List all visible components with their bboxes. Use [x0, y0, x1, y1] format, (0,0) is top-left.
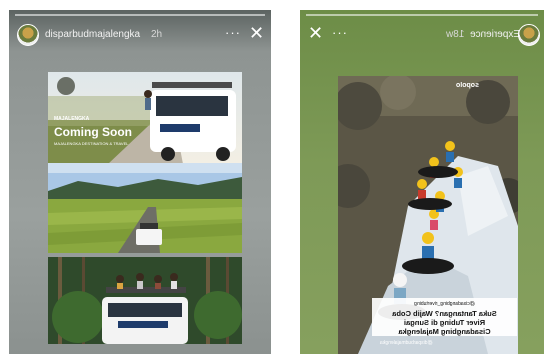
close-icon[interactable]: ✕ [308, 24, 323, 42]
story-time: 18w [446, 29, 465, 40]
story-left[interactable]: disparbudmajalengka 2h ··· ✕ MAJALENGKA … [9, 10, 271, 354]
avatar[interactable] [518, 24, 540, 46]
story-caption: @cisadangbing_rivertubing Suka Tantangan… [372, 298, 517, 336]
photo-panel-1: MAJALENGKA Coming Soon MAJALENGKA DESTIN… [48, 72, 242, 164]
caption-line-2: River Tubing di Sungai [403, 318, 486, 327]
caption-handle[interactable]: @disparbudmajalengka [380, 340, 433, 346]
story-time: 2h [151, 29, 163, 40]
panel-subtext: MAJALENGKA DESTINATION & TRAVEL [54, 141, 129, 146]
story-header: disparbudmajalengka 2h ··· ✕ [9, 24, 271, 50]
close-icon[interactable]: ✕ [249, 24, 264, 42]
avatar[interactable] [17, 24, 39, 46]
ellipsis-icon[interactable]: ··· [225, 25, 241, 40]
caption-line-1: Suka Tantangan? Wajib Coba [392, 309, 497, 318]
caption-line-3: Cisadangbing Majalengka [398, 327, 491, 336]
story-username[interactable]: Experience [470, 29, 520, 40]
caption-tag[interactable]: @cisadangbing_rivertubing [372, 300, 517, 309]
ellipsis-icon[interactable]: ··· [332, 25, 348, 40]
story-header: ✕ ··· 18w Experience [300, 24, 544, 50]
story-username[interactable]: disparbudmajalengka [45, 29, 140, 40]
story-progress-bar [306, 14, 538, 16]
mention-label[interactable]: sopolo [456, 82, 479, 89]
story-right[interactable]: ✕ ··· 18w Experience sopolo @cisadangbin… [300, 10, 544, 354]
photo-panel-2 [48, 163, 242, 253]
coming-soon-headline: Coming Soon [54, 125, 132, 139]
photo-panel-3 [48, 257, 242, 344]
story-progress-bar [15, 14, 265, 16]
brand-label: MAJALENGKA [54, 116, 90, 122]
